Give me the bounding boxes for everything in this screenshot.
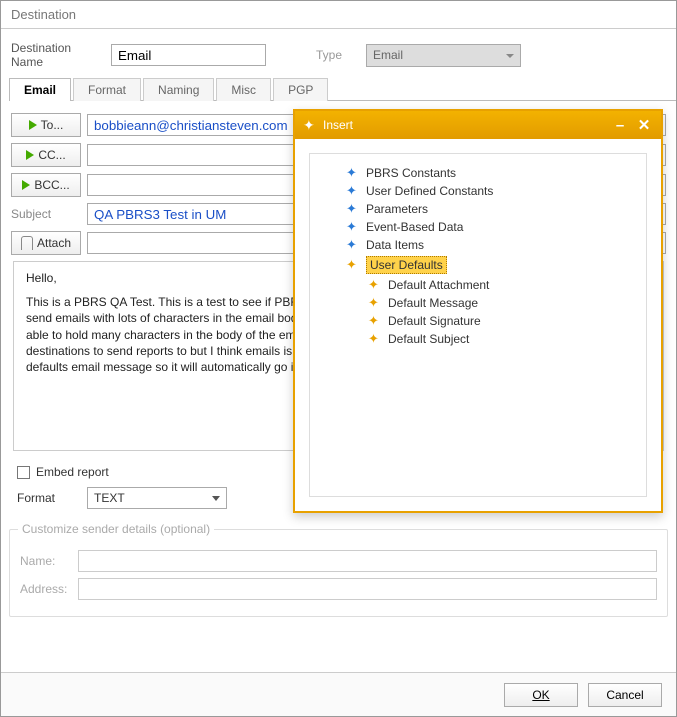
tree-item[interactable]: Default Attachment xyxy=(366,276,632,294)
tree-item[interactable]: Default Signature xyxy=(366,312,632,330)
popup-title-text: Insert xyxy=(323,118,353,132)
destination-window: Destination Destination Name Type Email … xyxy=(0,0,677,717)
puzzle-icon xyxy=(346,220,360,234)
sender-fieldset: Customize sender details (optional) Name… xyxy=(9,529,668,617)
sender-name-input[interactable] xyxy=(78,550,657,572)
tree-item[interactable]: User Defaults xyxy=(344,254,632,276)
tree-item-label: PBRS Constants xyxy=(366,166,456,180)
embed-checkbox[interactable] xyxy=(17,466,30,479)
dest-name-label: Destination Name xyxy=(11,41,101,69)
window-title: Destination xyxy=(1,1,676,29)
puzzle-icon xyxy=(346,166,360,180)
fieldset-legend: Customize sender details (optional) xyxy=(18,522,214,536)
insert-tree: PBRS Constants User Defined Constants Para… xyxy=(309,153,647,497)
sender-address-label: Address: xyxy=(20,582,70,596)
cc-button[interactable]: CC... xyxy=(11,143,81,167)
puzzle-icon xyxy=(346,202,360,216)
tree-item-label: Default Signature xyxy=(388,314,481,328)
puzzle-icon xyxy=(346,184,360,198)
tree-item[interactable]: Default Subject xyxy=(366,330,632,348)
tree-item[interactable]: User Defined Constants xyxy=(344,182,632,200)
arrow-icon xyxy=(29,120,37,130)
close-button[interactable]: ✕ xyxy=(635,116,653,134)
tree-item-label: User Defined Constants xyxy=(366,184,493,198)
format-select[interactable]: TEXT xyxy=(87,487,227,509)
cancel-button[interactable]: Cancel xyxy=(588,683,662,707)
bcc-button[interactable]: BCC... xyxy=(11,173,81,197)
tree-item-label: Parameters xyxy=(366,202,428,216)
tab-pgp[interactable]: PGP xyxy=(273,78,328,101)
popup-titlebar: Insert – ✕ xyxy=(295,111,661,139)
puzzle-icon xyxy=(368,296,382,310)
tree-item[interactable]: Data Items xyxy=(344,236,632,254)
tree-item[interactable]: PBRS Constants xyxy=(344,164,632,182)
tab-format[interactable]: Format xyxy=(73,78,141,101)
tab-naming[interactable]: Naming xyxy=(143,78,214,101)
tab-misc[interactable]: Misc xyxy=(216,78,271,101)
puzzle-icon xyxy=(346,238,360,252)
tree-item-label: Default Attachment xyxy=(388,278,489,292)
embed-label: Embed report xyxy=(36,465,109,479)
sender-name-label: Name: xyxy=(20,554,70,568)
tabstrip: Email Format Naming Misc PGP xyxy=(9,77,676,101)
puzzle-icon xyxy=(303,118,317,132)
ok-button[interactable]: OK xyxy=(504,683,578,707)
type-label: Type xyxy=(316,48,356,62)
tree-item[interactable]: Default Message xyxy=(366,294,632,312)
tree-item-label: User Defaults xyxy=(366,256,447,274)
tree-item-label: Event-Based Data xyxy=(366,220,463,234)
minimize-button[interactable]: – xyxy=(611,117,629,134)
arrow-icon xyxy=(22,180,30,190)
sender-address-input[interactable] xyxy=(78,578,657,600)
arrow-icon xyxy=(26,150,34,160)
tree-item-label: Data Items xyxy=(366,238,424,252)
puzzle-icon xyxy=(368,314,382,328)
puzzle-icon xyxy=(346,258,360,272)
tree-item[interactable]: Event-Based Data xyxy=(344,218,632,236)
tree-item-label: Default Message xyxy=(388,296,478,310)
puzzle-icon xyxy=(368,332,382,346)
tab-email[interactable]: Email xyxy=(9,78,71,101)
subject-label: Subject xyxy=(11,207,81,221)
footer: OK Cancel xyxy=(1,672,676,716)
attach-button[interactable]: Attach xyxy=(11,231,81,255)
tree-item[interactable]: Parameters xyxy=(344,200,632,218)
to-button[interactable]: To... xyxy=(11,113,81,137)
insert-popup: Insert – ✕ PBRS Constants User Defined Co… xyxy=(293,109,663,513)
dest-name-input[interactable] xyxy=(111,44,266,66)
tree-item-label: Default Subject xyxy=(388,332,469,346)
paperclip-icon xyxy=(21,236,33,250)
format-label: Format xyxy=(17,491,55,505)
puzzle-icon xyxy=(368,278,382,292)
type-select[interactable]: Email xyxy=(366,44,521,67)
